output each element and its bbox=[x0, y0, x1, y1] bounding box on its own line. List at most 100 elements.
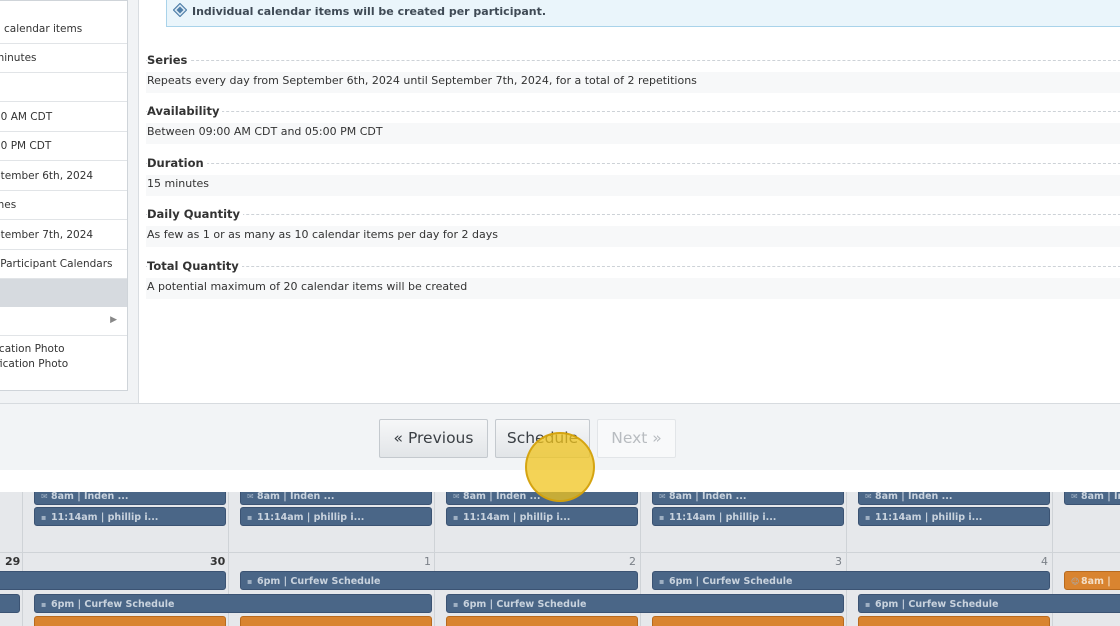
calendar-event[interactable] bbox=[446, 616, 638, 626]
photo-option-label: ication Photo bbox=[0, 343, 65, 355]
list-item: 00 AM CDT bbox=[0, 103, 127, 132]
day-number: 30 bbox=[210, 555, 226, 568]
list-item-label: l Participant Calendars bbox=[0, 258, 113, 270]
event-icon: ▪ bbox=[247, 577, 253, 586]
day-number: 29 bbox=[5, 555, 21, 568]
section-body: As few as 1 or as many as 10 calendar it… bbox=[146, 226, 1120, 247]
next-button[interactable]: Next » bbox=[597, 419, 676, 458]
calendar-event[interactable]: ▪ 6pm | Curfew Schedule bbox=[652, 571, 1050, 590]
section-divider bbox=[146, 163, 1120, 164]
calendar-column-line bbox=[22, 492, 23, 626]
calendar-event[interactable] bbox=[240, 616, 432, 626]
event-label: 11:14am | phillip i... bbox=[669, 512, 777, 523]
event-label: 11:14am | phillip i... bbox=[51, 512, 159, 523]
calendar-event[interactable]: ▪ 11:14am | phillip i... bbox=[652, 507, 844, 526]
calendar-event[interactable] bbox=[0, 594, 20, 613]
list-item: ptember 6th, 2024 bbox=[0, 162, 127, 191]
event-icon: ▪ bbox=[453, 513, 459, 522]
notice-text: Individual calendar items will be create… bbox=[192, 5, 547, 18]
section-body: Repeats every day from September 6th, 20… bbox=[146, 72, 1120, 93]
list-dropdown[interactable]: ▶ bbox=[0, 307, 127, 336]
list-item-label: mes bbox=[0, 199, 17, 211]
calendar-event[interactable] bbox=[0, 571, 226, 590]
event-label: 6pm | Curfew Schedule bbox=[875, 599, 999, 610]
list-item-label: 00 AM CDT bbox=[0, 111, 53, 123]
photo-option: fication Photo bbox=[0, 358, 72, 370]
list-item: 00 PM CDT bbox=[0, 132, 127, 161]
calendar-week-divider bbox=[0, 552, 1120, 553]
calendar-event[interactable]: ▪ 11:14am | phillip i... bbox=[446, 507, 638, 526]
list-item-label: 00 PM CDT bbox=[0, 140, 52, 152]
calendar-event[interactable]: ▪ 6pm | Curfew Schedule bbox=[34, 594, 432, 613]
event-icon: ▪ bbox=[247, 513, 253, 522]
list-item-label: 0 calendar items bbox=[0, 23, 83, 35]
event-label: 11:14am | phillip i... bbox=[257, 512, 365, 523]
day-number: 4 bbox=[1041, 555, 1048, 568]
section-title: Availability bbox=[147, 104, 223, 118]
section-body: Between 09:00 AM CDT and 05:00 PM CDT bbox=[146, 123, 1120, 144]
click-highlight-marker bbox=[525, 432, 595, 502]
photo-option-label: fication Photo bbox=[0, 358, 69, 370]
person-icon: ☺ bbox=[1071, 577, 1080, 586]
list-item: l Participant Calendars bbox=[0, 250, 127, 279]
event-label: 11:14am | phillip i... bbox=[463, 512, 571, 523]
calendar-event[interactable]: ▪ 6pm | Curfew Schedule bbox=[446, 594, 844, 613]
list-item: minutes bbox=[0, 44, 127, 73]
section-title: Series bbox=[147, 53, 191, 67]
settings-summary-list: 0 calendar items minutes 00 AM CDT 00 PM… bbox=[0, 0, 128, 391]
calendar-event[interactable] bbox=[34, 616, 226, 626]
calendar-event[interactable]: ▪ 6pm | Curfew Schedule bbox=[240, 571, 638, 590]
previous-button[interactable]: « Previous bbox=[379, 419, 488, 458]
list-item: 0 calendar items bbox=[0, 15, 127, 44]
section-title: Total Quantity bbox=[147, 259, 242, 273]
list-item-label: ptember 7th, 2024 bbox=[0, 229, 94, 241]
section-divider bbox=[146, 111, 1120, 112]
list-item-label: ptember 6th, 2024 bbox=[0, 170, 94, 182]
list-item-label: minutes bbox=[0, 52, 37, 64]
day-number: 2 bbox=[629, 555, 636, 568]
event-icon: ▪ bbox=[659, 577, 665, 586]
section-divider bbox=[146, 60, 1120, 61]
photo-option: ication Photo bbox=[0, 343, 69, 355]
event-icon: ▪ bbox=[453, 600, 459, 609]
event-label: 8am | Inden ... bbox=[463, 491, 541, 502]
info-notice: Individual calendar items will be create… bbox=[166, 0, 1120, 27]
calendar-column-line bbox=[846, 492, 847, 626]
section-body: A potential maximum of 20 calendar items… bbox=[146, 278, 1120, 299]
info-diamond-icon bbox=[173, 3, 187, 17]
event-icon: ▪ bbox=[865, 513, 871, 522]
event-label: 8am | Inden ... bbox=[669, 491, 747, 502]
list-item: ptember 7th, 2024 bbox=[0, 221, 127, 250]
calendar-event[interactable]: ▪ 11:14am | phillip i... bbox=[240, 507, 432, 526]
section-title: Daily Quantity bbox=[147, 207, 244, 221]
event-icon: ▪ bbox=[659, 513, 665, 522]
event-label: 11:14am | phillip i... bbox=[875, 512, 983, 523]
list-section-header bbox=[0, 279, 127, 307]
calendar-event[interactable] bbox=[858, 616, 1050, 626]
event-label: 8am | Inden ... bbox=[51, 491, 129, 502]
event-label: 6pm | Curfew Schedule bbox=[463, 599, 587, 610]
event-label: 8am | bbox=[1081, 576, 1111, 587]
calendar-event[interactable]: ☺ 8am | bbox=[1064, 571, 1120, 590]
event-icon: ▪ bbox=[41, 600, 47, 609]
section-divider bbox=[146, 266, 1120, 267]
schedule-dialog: 0 calendar items minutes 00 AM CDT 00 PM… bbox=[0, 0, 1120, 492]
calendar-event[interactable]: ▪ 11:14am | phillip i... bbox=[858, 507, 1050, 526]
calendar-event[interactable]: ▪ 11:14am | phillip i... bbox=[34, 507, 226, 526]
list-item: mes bbox=[0, 191, 127, 220]
event-label: 8am | Inden ... bbox=[875, 491, 953, 502]
event-label: 6pm | Curfew Schedule bbox=[257, 576, 381, 587]
event-label: 6pm | Curfew Schedule bbox=[51, 599, 175, 610]
calendar-event[interactable]: ▪ 6pm | Curfew Schedule bbox=[858, 594, 1120, 613]
day-number: 1 bbox=[424, 555, 431, 568]
list-item bbox=[0, 73, 127, 102]
event-label: 6pm | Curfew Schedule bbox=[669, 576, 793, 587]
calendar-background: ✉ 8am | Inden ... ✉ 8am | Inden ... ✉ 8am |… bbox=[0, 486, 1120, 626]
left-panel: 0 calendar items minutes 00 AM CDT 00 PM… bbox=[0, 0, 139, 404]
event-icon: ▪ bbox=[41, 513, 47, 522]
event-icon: ▪ bbox=[865, 600, 871, 609]
calendar-event[interactable] bbox=[652, 616, 844, 626]
section-divider bbox=[146, 214, 1120, 215]
section-title: Duration bbox=[147, 156, 207, 170]
event-label: 8am | Inden ... bbox=[1081, 491, 1120, 502]
